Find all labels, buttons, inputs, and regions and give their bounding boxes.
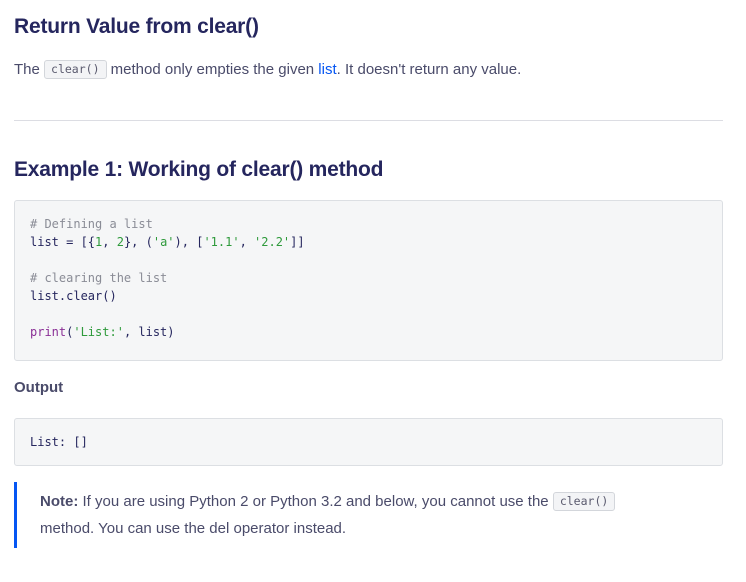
- intro-text-suffix: . It doesn't return any value.: [336, 61, 522, 78]
- output-text: List: []: [30, 435, 88, 449]
- note-label: Note:: [40, 493, 79, 510]
- note-text-after: method. You can use the del operator ins…: [40, 520, 347, 537]
- code-line-5: list.clear(): [30, 289, 117, 303]
- output-block[interactable]: List: []: [14, 418, 723, 466]
- section-divider: [14, 120, 723, 121]
- inline-code-clear-note: clear(): [552, 492, 616, 511]
- note-text-before: If you are using Python 2 or Python 3.2 …: [78, 493, 553, 510]
- inline-code-clear: clear(): [44, 60, 107, 79]
- code-line-7: print('List:', list): [30, 325, 175, 339]
- output-label: Output: [14, 379, 64, 396]
- code-block-example[interactable]: # Defining a list list = [{1, 2}, ('a'), …: [14, 200, 723, 361]
- code-comment: # clearing the list: [30, 271, 168, 285]
- code-text: # Defining a list list = [{1, 2}, ('a'), …: [30, 215, 707, 341]
- intro-text-prefix: The: [14, 61, 40, 78]
- section-title-return-value: Return Value from clear(): [14, 15, 259, 38]
- list-link[interactable]: list: [318, 61, 336, 78]
- intro-paragraph: The clear() method only empties the give…: [14, 58, 723, 82]
- code-line-2: list = [{1, 2}, ('a'), ['1.1', '2.2']]: [30, 235, 305, 249]
- code-comment: # Defining a list: [30, 217, 153, 231]
- intro-text-middle: method only empties the given: [110, 61, 315, 78]
- note-callout: Note: If you are using Python 2 or Pytho…: [14, 482, 723, 548]
- section-title-example-1: Example 1: Working of clear() method: [14, 158, 384, 181]
